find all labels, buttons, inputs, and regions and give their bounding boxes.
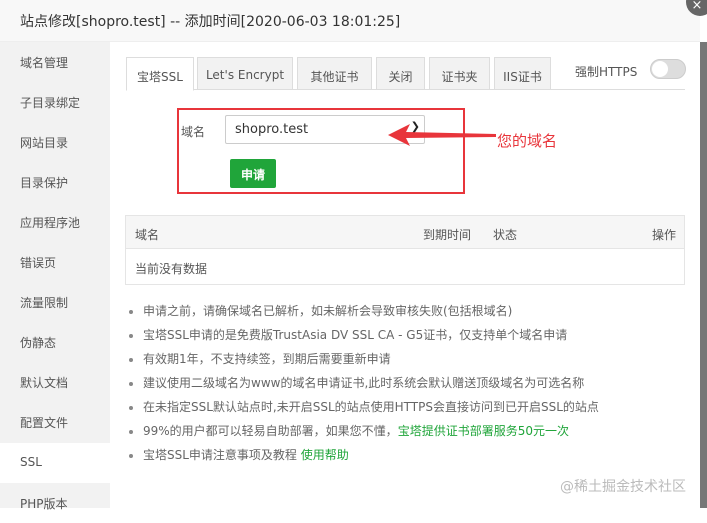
note-text: 有效期1年，不支持续签，到期后需要重新申请 — [143, 352, 391, 366]
note-text: 宝塔SSL申请注意事项及教程 — [143, 448, 301, 462]
sidebar-item-default-doc[interactable]: 默认文档 — [0, 362, 110, 402]
list-item: 申请之前，请确保域名已解析，如未解析会导致审核失败(包括根域名) — [127, 302, 599, 326]
force-https-toggle[interactable] — [650, 59, 686, 79]
arrow-icon — [388, 124, 496, 146]
col-domain: 域名 — [135, 228, 160, 242]
sidebar-item-php[interactable]: PHP版本 — [0, 483, 110, 523]
sidebar-item-ssl[interactable]: SSL — [0, 443, 110, 483]
sidebar-item-error-page[interactable]: 错误页 — [0, 242, 110, 282]
col-expiry: 到期时间 — [423, 228, 472, 242]
watermark: @稀土掘金技术社区 — [560, 479, 686, 495]
table-header: 域名 到期时间 状态 操作 — [126, 216, 684, 249]
sidebar-item-site-dir[interactable]: 网站目录 — [0, 122, 110, 162]
sidebar-item-rewrite[interactable]: 伪静态 — [0, 322, 110, 362]
domain-label: 域名 — [181, 125, 206, 139]
list-item: 有效期1年，不支持续签，到期后需要重新申请 — [127, 350, 599, 374]
domain-value: shopro.test — [235, 122, 309, 137]
list-item: 宝塔SSL申请注意事项及教程 使用帮助 — [127, 446, 599, 470]
table-empty: 当前没有数据 — [135, 262, 208, 276]
tab-close[interactable]: 关闭 — [376, 57, 425, 90]
annotation-text: 您的域名 — [497, 132, 558, 150]
sidebar-item-subdir[interactable]: 子目录绑定 — [0, 82, 110, 122]
notes-list: 申请之前，请确保域名已解析，如未解析会导致审核失败(包括根域名) 宝塔SSL申请… — [127, 302, 599, 470]
list-item: 在未指定SSL默认站点时,未开启SSL的站点使用HTTPS会直接访问到已开启SS… — [127, 398, 599, 422]
note-text: 宝塔SSL申请的是免费版TrustAsia DV SSL CA - G5证书，仅… — [143, 328, 568, 342]
sidebar: 域名管理 子目录绑定 网站目录 目录保护 应用程序池 错误页 流量限制 伪静态 … — [0, 42, 110, 511]
col-action: 操作 — [652, 228, 677, 242]
col-status: 状态 — [493, 228, 518, 242]
deploy-service-link[interactable]: 宝塔提供证书部署服务50元一次 — [398, 424, 569, 438]
tab-lets-encrypt[interactable]: Let's Encrypt — [197, 57, 293, 90]
dialog-title: 站点修改[shopro.test] -- 添加时间[2020-06-03 18:… — [0, 0, 700, 42]
help-link[interactable]: 使用帮助 — [301, 448, 349, 462]
tab-iis-cert[interactable]: IIS证书 — [494, 57, 551, 90]
sidebar-item-config[interactable]: 配置文件 — [0, 402, 110, 442]
list-item: 宝塔SSL申请的是免费版TrustAsia DV SSL CA - G5证书，仅… — [127, 326, 599, 350]
sidebar-item-domain[interactable]: 域名管理 — [0, 42, 110, 82]
tab-bt-ssl[interactable]: 宝塔SSL — [126, 57, 194, 91]
note-text: 在未指定SSL默认站点时,未开启SSL的站点使用HTTPS会直接访问到已开启SS… — [143, 400, 599, 414]
list-item: 99%的用户都可以轻易自助部署，如果您不懂，宝塔提供证书部署服务50元一次 — [127, 422, 599, 446]
sidebar-item-traffic[interactable]: 流量限制 — [0, 282, 110, 322]
cert-table: 域名 到期时间 状态 操作 当前没有数据 — [125, 215, 685, 285]
note-text: 申请之前，请确保域名已解析，如未解析会导致审核失败(包括根域名) — [143, 304, 513, 318]
apply-button[interactable]: 申请 — [230, 159, 276, 188]
note-text: 建议使用二级域名为www的域名申请证书,此时系统会默认赠送顶级域名为可选名称 — [143, 376, 585, 390]
note-text: 99%的用户都可以轻易自助部署，如果您不懂， — [143, 424, 398, 438]
force-https-label: 强制HTTPS — [575, 65, 638, 79]
tab-other-cert[interactable]: 其他证书 — [297, 57, 372, 90]
scrollbar[interactable] — [700, 42, 707, 508]
tab-cert-folder[interactable]: 证书夹 — [429, 57, 490, 90]
sidebar-item-app-pool[interactable]: 应用程序池 — [0, 202, 110, 242]
toggle-knob — [652, 61, 668, 77]
sidebar-item-dir-protect[interactable]: 目录保护 — [0, 162, 110, 202]
list-item: 建议使用二级域名为www的域名申请证书,此时系统会默认赠送顶级域名为可选名称 — [127, 374, 599, 398]
